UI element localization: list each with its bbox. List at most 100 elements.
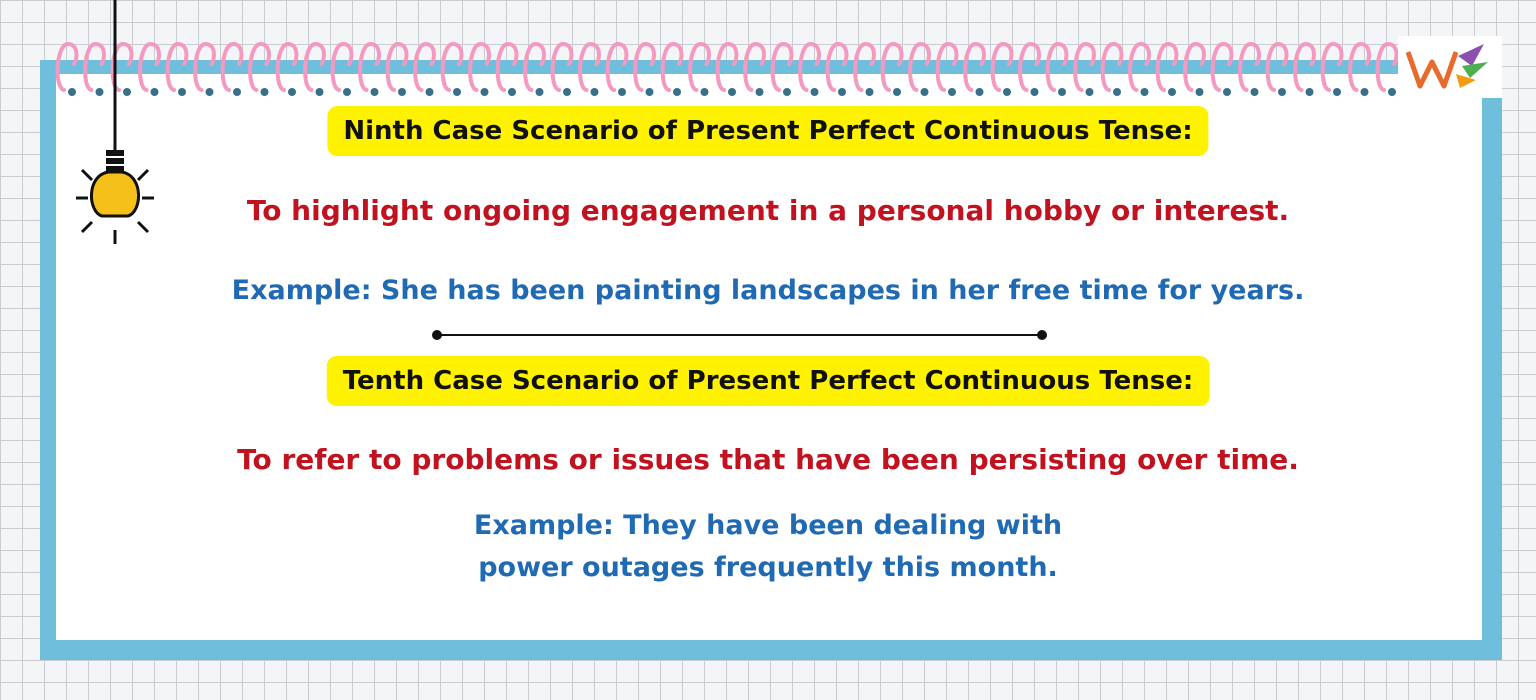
binding-hole [343, 88, 351, 96]
binding-ring [330, 41, 354, 92]
binding-hole [508, 88, 516, 96]
binding-hole [1168, 88, 1176, 96]
binding-ring [1293, 41, 1316, 92]
binding-hole [1278, 88, 1286, 96]
binding-hole [178, 88, 186, 96]
binding-ring [385, 41, 409, 92]
binding-ring [1018, 41, 1041, 92]
binding-hole [810, 88, 819, 96]
binding-hole [563, 88, 571, 96]
spiral-binding [55, 41, 1481, 96]
binding-ring [468, 41, 491, 92]
binding-ring [523, 41, 546, 92]
binding-hole [700, 88, 709, 96]
binding-hole [1003, 88, 1011, 96]
binding-ring [1155, 41, 1179, 92]
binding-ring [1348, 41, 1371, 92]
binding-hole [1360, 88, 1369, 96]
binding-ring [1128, 41, 1151, 92]
binding-hole [755, 88, 764, 96]
binding-hole [370, 88, 379, 96]
binding-ring [853, 41, 876, 92]
binding-ring [660, 41, 684, 92]
binding-ring [1320, 41, 1344, 92]
binding-ring [413, 41, 436, 92]
binding-hole [618, 88, 626, 96]
binding-ring [1210, 41, 1234, 92]
ninth-case-example: Example: She has been painting landscape… [231, 275, 1305, 306]
binding-hole [260, 88, 269, 96]
binding-hole [453, 88, 461, 96]
binding-hole [728, 88, 736, 96]
binding-hole [480, 88, 489, 96]
binding-hole [1333, 88, 1341, 96]
binding-hole [838, 88, 846, 96]
binding-ring [743, 41, 766, 92]
binding-hole [1085, 88, 1094, 96]
tenth-case-example-line1: Example: They have been dealing with [473, 510, 1063, 541]
binding-hole [535, 88, 544, 96]
binding-hole [590, 88, 599, 96]
binding-ring [935, 41, 959, 92]
binding-hole [288, 88, 296, 96]
binding-hole [783, 88, 791, 96]
binding-ring [825, 41, 849, 92]
binding-hole [398, 88, 406, 96]
binding-ring [1183, 41, 1206, 92]
binding-ring [193, 41, 216, 92]
binding-hole [1388, 88, 1396, 96]
binding-hole [1223, 88, 1231, 96]
binding-ring [1045, 41, 1069, 92]
tenth-case-heading: Tenth Case Scenario of Present Perfect C… [326, 356, 1210, 406]
binding-ring [633, 41, 656, 92]
tenth-case-example-line2: power outages frequently this month. [478, 552, 1058, 583]
binding-ring [908, 41, 931, 92]
binding-hole [1030, 88, 1039, 96]
ninth-case-usage: To highlight ongoing engagement in a per… [246, 194, 1290, 227]
binding-hole [1305, 88, 1314, 96]
binding-ring [605, 41, 629, 92]
binding-ring [1100, 41, 1124, 92]
binding-hole [425, 88, 434, 96]
binding-ring [990, 41, 1014, 92]
binding-hole [315, 88, 324, 96]
binding-hole [1140, 88, 1149, 96]
binding-ring [963, 41, 986, 92]
binding-hole [893, 88, 901, 96]
binding-ring [688, 41, 711, 92]
binding-hole [205, 88, 214, 96]
binding-ring [440, 41, 464, 92]
binding-hole [1195, 88, 1204, 96]
binding-hole [673, 88, 681, 96]
binding-ring [798, 41, 821, 92]
binding-hole [975, 88, 984, 96]
binding-ring [275, 41, 299, 92]
binding-hole [948, 88, 956, 96]
binding-ring [165, 41, 189, 92]
binding-ring [1073, 41, 1096, 92]
binding-hole [1113, 88, 1121, 96]
binding-hole [233, 88, 241, 96]
binding-ring [770, 41, 794, 92]
binding-ring [495, 41, 519, 92]
brand-logo-icon [1398, 36, 1502, 98]
section-divider [432, 330, 1047, 340]
binding-ring [1238, 41, 1261, 92]
binding-ring [220, 41, 244, 92]
binding-hole [1058, 88, 1066, 96]
binding-ring [1265, 41, 1289, 92]
binding-hole [920, 88, 929, 96]
binding-ring [358, 41, 381, 92]
binding-ring [248, 41, 271, 92]
binding-hole [1250, 88, 1259, 96]
binding-ring [550, 41, 574, 92]
ninth-case-heading: Ninth Case Scenario of Present Perfect C… [327, 106, 1209, 156]
binding-ring [715, 41, 739, 92]
binding-ring [1375, 41, 1399, 92]
binding-hole [645, 88, 654, 96]
tenth-case-usage: To refer to problems or issues that have… [237, 443, 1299, 476]
binding-ring [578, 41, 601, 92]
binding-hole [865, 88, 874, 96]
binding-ring [880, 41, 904, 92]
binding-ring [303, 41, 326, 92]
